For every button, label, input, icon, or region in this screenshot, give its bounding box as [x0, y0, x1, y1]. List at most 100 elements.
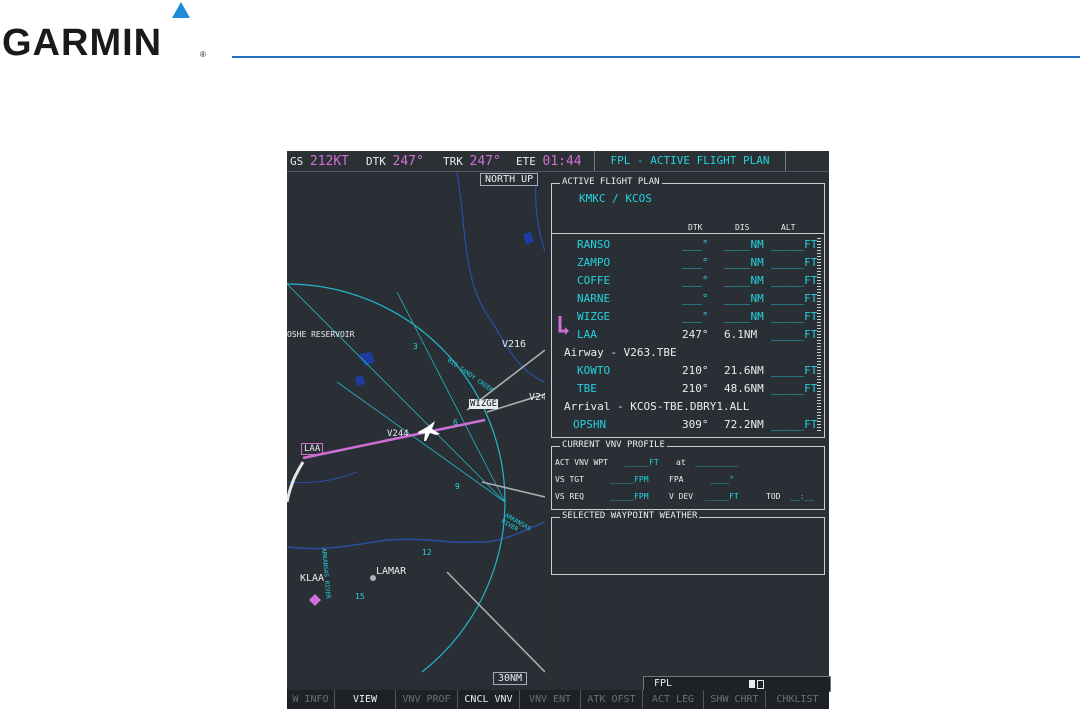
fpl-row-wpt[interactable]: OPSHN: [573, 418, 606, 431]
fpl-page-indicator-icon-2: [757, 680, 764, 689]
fpl-row-dtk[interactable]: ___°: [682, 274, 709, 287]
fpl-row-wpt[interactable]: NARNE: [577, 292, 610, 305]
gs-field: GS 212KT: [290, 154, 349, 169]
fpl-row-dis[interactable]: ____NM: [724, 274, 764, 287]
softkey-vnv-ent[interactable]: VNV ENT: [520, 690, 581, 709]
fpl-row-dis[interactable]: ____NM: [724, 310, 764, 323]
dtk-label: DTK: [366, 155, 386, 168]
fpl-row-dtk[interactable]: ___°: [682, 292, 709, 305]
fpl-row-dis[interactable]: 21.6NM: [724, 364, 764, 377]
logo-triangle-icon: [172, 2, 190, 18]
fpl-row-alt[interactable]: _____FT: [771, 382, 817, 395]
fpl-row-alt[interactable]: _____FT: [771, 292, 817, 305]
softkey-w-info[interactable]: W INFO: [287, 690, 335, 709]
fpl-row-alt[interactable]: _____FT: [771, 256, 817, 269]
fpl-row-alt[interactable]: _____FT: [771, 274, 817, 287]
fpl-row-dis[interactable]: 72.2NM: [724, 418, 764, 431]
page-title: FPL - ACTIVE FLIGHT PLAN: [594, 151, 786, 171]
softkey-atk-ofst[interactable]: ATK OFST: [581, 690, 643, 709]
map-graphics: [287, 172, 545, 673]
fpl-row-wpt[interactable]: WIZGE: [577, 310, 610, 323]
dtk-field: DTK 247°: [366, 154, 424, 169]
active-flight-plan-title: ACTIVE FLIGHT PLAN: [560, 177, 662, 187]
waypoint-weather-title: SELECTED WAYPOINT WEATHER: [560, 511, 700, 521]
ring-tick-3: 3: [413, 342, 418, 351]
vs-req-label: VS REQ: [555, 492, 584, 501]
fpl-row-alt[interactable]: _____FT: [771, 310, 817, 323]
fpl-row-dtk[interactable]: ___°: [682, 256, 709, 269]
fpl-row-wpt[interactable]: COFFE: [577, 274, 610, 287]
fpa-value: ____°: [710, 475, 735, 484]
softkey-cncl-vnv[interactable]: CNCL VNV: [458, 690, 520, 709]
dtk-value: 247°: [392, 154, 424, 169]
gs-label: GS: [290, 155, 304, 168]
route-name[interactable]: KMKC / KCOS: [579, 192, 652, 205]
header-rule: [232, 56, 1080, 58]
ring-tick-6: 6: [453, 418, 458, 427]
arrival-heading[interactable]: Arrival - KCOS-TBE.DBRY1.ALL: [564, 400, 749, 413]
active-flight-plan-box: ACTIVE FLIGHT PLAN KMKC / KCOS DTK DIS A…: [551, 177, 825, 438]
fpl-row-wpt[interactable]: LAA: [577, 328, 597, 341]
wizge-waypoint-label[interactable]: WIZGE: [469, 399, 499, 409]
fpl-row-wpt[interactable]: ZAMPO: [577, 256, 610, 269]
fpl-row-dtk[interactable]: 210°: [682, 364, 709, 377]
fpl-row-alt[interactable]: _____FT: [771, 238, 817, 251]
fpl-page-indicator-icon: [749, 680, 755, 688]
softkey-view[interactable]: VIEW: [335, 690, 396, 709]
fpl-row-wpt[interactable]: TBE: [577, 382, 597, 395]
fpl-row-alt[interactable]: _____FT: [771, 364, 817, 377]
flight-plan-panel: ACTIVE FLIGHT PLAN KMKC / KCOS DTK DIS A…: [546, 172, 829, 688]
vdev-value: _____FT: [705, 492, 739, 501]
act-vnv-alt: _____FT: [625, 458, 659, 467]
col-dtk: DTK: [688, 223, 703, 232]
fpl-row-dis[interactable]: 6.1NM: [724, 328, 757, 341]
col-dis: DIS: [735, 223, 750, 232]
trk-field: TRK 247°: [443, 154, 501, 169]
garmin-logo: GARMIN: [2, 22, 163, 64]
fpl-row-wpt[interactable]: KOWTO: [577, 364, 610, 377]
ring-tick-15: 15: [355, 592, 365, 601]
fpl-row-dtk[interactable]: 210°: [682, 382, 709, 395]
ete-field: ETE 01:44: [516, 154, 582, 169]
klaa-airport-label[interactable]: KLAA: [300, 573, 324, 584]
fpl-row-dtk[interactable]: 247°: [682, 328, 709, 341]
lamar-label[interactable]: LAMAR: [376, 566, 406, 577]
map-range-label[interactable]: 30NM: [493, 672, 528, 685]
gs-value: 212: [309, 154, 334, 169]
softkey-vnv-prof[interactable]: VNV PROF: [396, 690, 458, 709]
vs-tgt-label: VS TGT: [555, 475, 584, 484]
fpl-scrollbar[interactable]: [817, 238, 821, 433]
fpl-row-alt[interactable]: _____FT: [771, 418, 817, 431]
map-orientation-label[interactable]: NORTH UP: [480, 173, 539, 186]
col-alt: ALT: [781, 223, 796, 232]
fpl-row-dis[interactable]: ____NM: [724, 256, 764, 269]
fpl-row-dis[interactable]: ____NM: [724, 292, 764, 305]
tod-value: __:__: [790, 492, 815, 501]
trk-label: TRK: [443, 155, 463, 168]
fpl-row-dtk[interactable]: ___°: [682, 310, 709, 323]
fpl-row-wpt[interactable]: RANSO: [577, 238, 610, 251]
ete-value: 01:44: [542, 154, 582, 169]
softkey-shw-chrt[interactable]: SHW CHRT: [704, 690, 766, 709]
navigation-map[interactable]: NORTH UP 30NM OSHE RESERVOIR V216 V24 WI…: [287, 172, 545, 688]
ete-label: ETE: [516, 155, 536, 168]
act-vnv-at: at: [676, 458, 686, 467]
laa-waypoint-label[interactable]: LAA: [301, 443, 324, 455]
vs-req-value: _____FPM: [610, 492, 649, 501]
softkey-act-leg[interactable]: ACT LEG: [643, 690, 704, 709]
vnv-profile-box: CURRENT VNV PROFILE ACT VNV WPT _____FT …: [551, 440, 825, 510]
gs-unit: KT: [333, 154, 350, 169]
fpl-row-dtk[interactable]: ___°: [682, 238, 709, 251]
fpl-row-dis[interactable]: 48.6NM: [724, 382, 764, 395]
fpl-row-dis[interactable]: ____NM: [724, 238, 764, 251]
airway-heading[interactable]: Airway - V263.TBE: [564, 346, 677, 359]
softkey-bar: W INFO VIEW VNV PROF CNCL VNV VNV ENT AT…: [287, 690, 829, 709]
fpl-status-label: FPL: [654, 678, 673, 689]
logo-registered-mark: ®: [200, 50, 206, 59]
vs-tgt-value: _____FPM: [610, 475, 649, 484]
reservoir-label: OSHE RESERVOIR: [287, 330, 355, 339]
vdev-label: V DEV: [669, 492, 694, 501]
fpl-row-alt[interactable]: _____FT: [771, 328, 817, 341]
fpl-row-dtk[interactable]: 309°: [682, 418, 709, 431]
softkey-chklist[interactable]: CHKLIST: [766, 690, 829, 709]
